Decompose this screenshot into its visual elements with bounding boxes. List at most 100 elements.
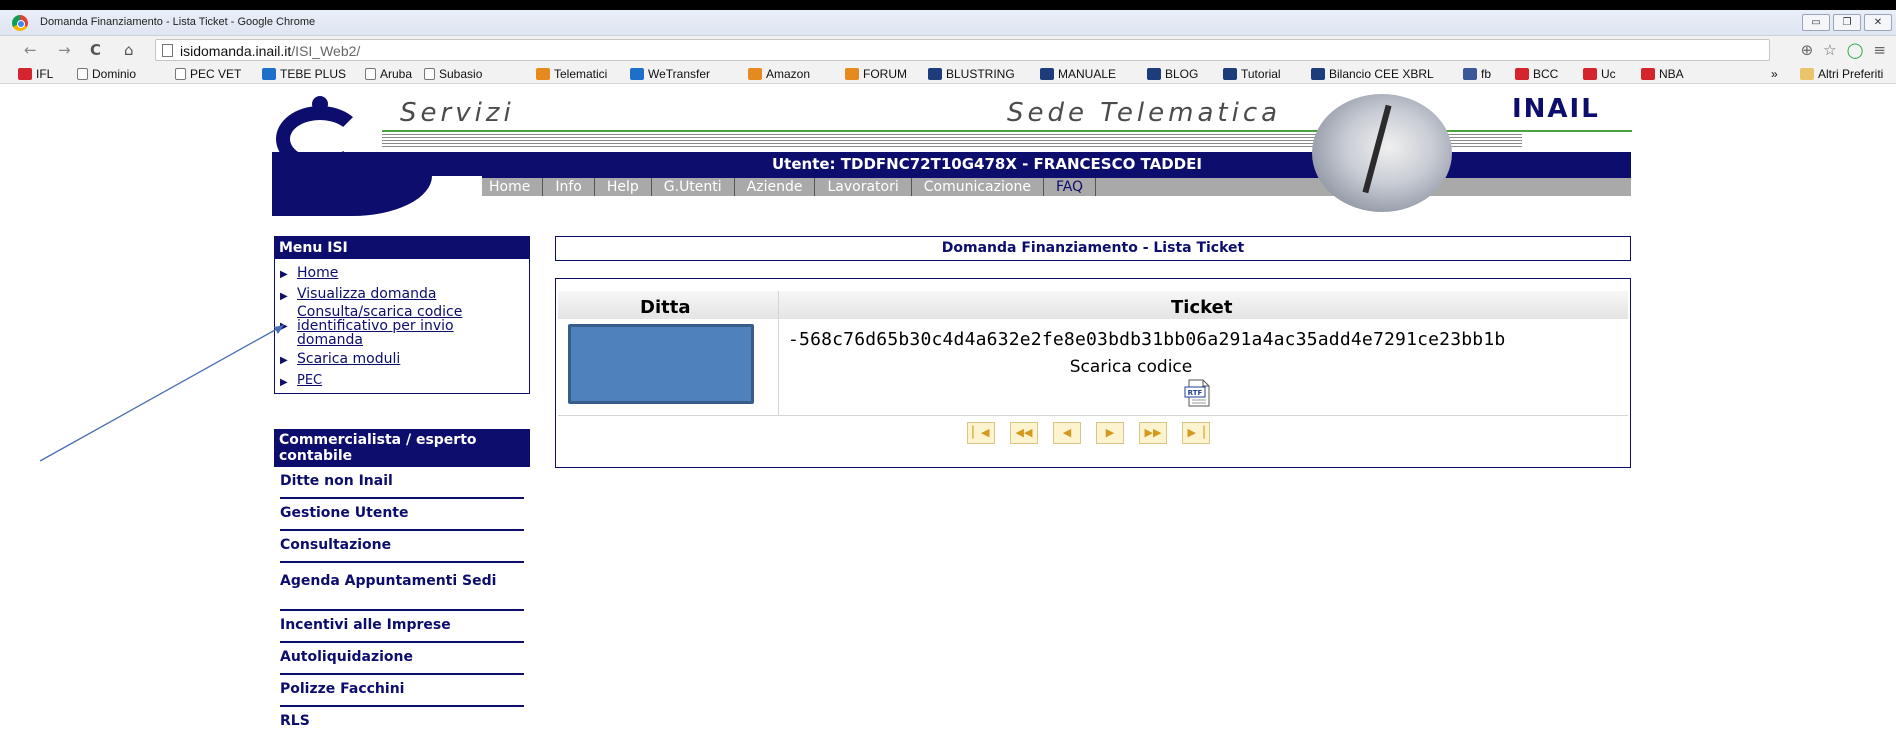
- bookmark-item[interactable]: FORUM: [845, 67, 907, 81]
- nav-faq[interactable]: FAQ: [1044, 178, 1097, 196]
- bullet-icon: ▶: [280, 291, 288, 302]
- bookmark-item[interactable]: Dominio: [77, 67, 136, 81]
- star-icon[interactable]: ☆: [1823, 41, 1836, 59]
- menu-pec-link[interactable]: PEC: [297, 373, 322, 388]
- bookmarks-more-button[interactable]: »: [1771, 67, 1778, 81]
- screen-top-edge: [0, 0, 1896, 10]
- nav-comunicazione[interactable]: Comunicazione: [912, 178, 1044, 196]
- column-header-ticket: Ticket: [1171, 297, 1233, 318]
- bookmark-item[interactable]: BLOG: [1147, 67, 1198, 81]
- professional-menu-title: Commercialista / esperto contabile: [274, 429, 530, 467]
- column-divider: [778, 291, 779, 415]
- bookmark-icon: [1515, 68, 1529, 80]
- bookmark-item[interactable]: Aruba: [365, 67, 412, 81]
- bookmark-item[interactable]: Subasio: [424, 67, 482, 81]
- bookmark-label: MANUALE: [1058, 67, 1117, 81]
- bookmark-icon: [928, 68, 942, 80]
- bookmark-label: Subasio: [439, 67, 483, 81]
- menu-consulta-link-line3[interactable]: domanda: [297, 332, 363, 348]
- bookmark-label: BLUSTRING: [946, 67, 1015, 81]
- fast-forward-icon[interactable]: ▶▶: [1139, 422, 1167, 444]
- menu-isi-title: Menu ISI: [275, 237, 529, 259]
- window-title: Domanda Finanziamento - Lista Ticket - G…: [40, 16, 316, 28]
- first-page-icon[interactable]: ▏◀: [967, 422, 995, 444]
- nav-home[interactable]: Home: [477, 178, 544, 196]
- menu-consultazione[interactable]: Consultazione: [280, 531, 524, 563]
- menu-agenda-appuntamenti[interactable]: Agenda Appuntamenti Sedi: [280, 563, 524, 611]
- menu-ditte-non-inail[interactable]: Ditte non Inail: [280, 467, 524, 499]
- pagination: ▏◀ ◀◀ ◀ ▶ ▶▶ ▶▕: [967, 422, 1210, 444]
- bullet-icon: ▶: [280, 355, 288, 366]
- bookmark-label: Amazon: [766, 67, 811, 81]
- menu-scarica-moduli-link[interactable]: Scarica moduli: [297, 351, 400, 367]
- bookmark-item[interactable]: MANUALE: [1040, 67, 1116, 81]
- reload-icon[interactable]: C: [90, 41, 101, 59]
- redacted-ditta-box: [568, 324, 754, 404]
- folder-icon: [1800, 68, 1814, 80]
- back-icon[interactable]: ←: [24, 41, 37, 59]
- bookmark-item[interactable]: WeTransfer: [630, 67, 710, 81]
- bookmark-item[interactable]: BCC: [1515, 67, 1558, 81]
- bookmark-item[interactable]: NBA: [1641, 67, 1684, 81]
- address-actions: ⊕ ☆ ◯ ≡: [1801, 41, 1886, 59]
- menu-autoliquidazione[interactable]: Autoliquidazione: [280, 643, 524, 675]
- close-button[interactable]: ✕: [1864, 14, 1892, 31]
- bookmark-item[interactable]: BLUSTRING: [928, 67, 1015, 81]
- zoom-icon[interactable]: ⊕: [1801, 41, 1814, 59]
- bookmark-item[interactable]: fb: [1463, 67, 1491, 81]
- bookmark-item[interactable]: TEBE PLUS: [262, 67, 346, 81]
- other-bookmarks-folder[interactable]: Altri Preferiti: [1800, 67, 1883, 81]
- prev-page-icon[interactable]: ◀: [1053, 422, 1081, 444]
- bookmark-label: BLOG: [1165, 67, 1199, 81]
- nav-help[interactable]: Help: [595, 178, 652, 196]
- nav-info[interactable]: Info: [543, 178, 595, 196]
- bookmark-item[interactable]: Tutorial: [1223, 67, 1281, 81]
- menu-icon[interactable]: ≡: [1873, 41, 1886, 59]
- row-divider: [558, 415, 1628, 416]
- bookmark-item[interactable]: Bilancio CEE XBRL: [1311, 67, 1434, 81]
- fast-back-icon[interactable]: ◀◀: [1010, 422, 1038, 444]
- bookmark-label: PEC VET: [190, 67, 242, 81]
- nav-gutenti[interactable]: G.Utenti: [652, 178, 735, 196]
- bullet-icon: ▶: [280, 321, 288, 332]
- bullet-icon: ▶: [280, 377, 288, 388]
- bookmark-item[interactable]: IFL: [18, 67, 53, 81]
- rtf-download-icon[interactable]: RTF: [1183, 379, 1213, 407]
- menu-home-link[interactable]: Home: [297, 265, 338, 281]
- url-input[interactable]: isidomanda.inail.it/ISI_Web2/: [155, 39, 1770, 61]
- menu-incentivi[interactable]: Incentivi alle Imprese: [280, 611, 524, 643]
- next-page-icon[interactable]: ▶: [1096, 422, 1124, 444]
- menu-visualizza-link[interactable]: Visualizza domanda: [297, 286, 436, 302]
- bookmark-item[interactable]: Uc: [1583, 67, 1616, 81]
- bookmark-icon: [1147, 68, 1161, 80]
- bookmark-item[interactable]: PEC VET: [175, 67, 241, 81]
- bookmark-icon: [77, 68, 88, 80]
- extension-icon[interactable]: ◯: [1847, 41, 1864, 59]
- menu-isi-panel: Menu ISI ▶ Home ▶ Visualizza domanda Con…: [274, 236, 530, 394]
- last-page-icon[interactable]: ▶▕: [1182, 422, 1210, 444]
- rtf-label: RTF: [1188, 389, 1203, 397]
- menu-gestione-utente[interactable]: Gestione Utente: [280, 499, 524, 531]
- ticket-code: -568c76d65b30c4d4a632e2fe8e03bdb31bb06a2…: [788, 329, 1506, 350]
- bullet-icon: ▶: [280, 269, 288, 280]
- nav-lavoratori[interactable]: Lavoratori: [815, 178, 912, 196]
- bookmark-icon: [18, 68, 32, 80]
- menu-polizze-facchini[interactable]: Polizze Facchini: [280, 675, 524, 707]
- current-user: Utente: TDDFNC72T10G478X - FRANCESCO TAD…: [772, 155, 1202, 173]
- minimize-button[interactable]: ▭: [1802, 14, 1830, 31]
- nav-aziende[interactable]: Aziende: [735, 178, 816, 196]
- bookmark-item[interactable]: Amazon: [748, 67, 810, 81]
- forward-icon[interactable]: →: [58, 41, 71, 59]
- bookmark-icon: [1583, 68, 1597, 80]
- bookmark-item[interactable]: Telematici: [536, 67, 607, 81]
- bookmark-label: Uc: [1601, 67, 1616, 81]
- bookmark-icon: [748, 68, 762, 80]
- window-titlebar: Domanda Finanziamento - Lista Ticket - G…: [0, 10, 1896, 36]
- restore-button[interactable]: ❐: [1833, 14, 1861, 31]
- menu-rls[interactable]: RLS: [280, 707, 524, 739]
- page-title: Domanda Finanziamento - Lista Ticket: [555, 236, 1631, 261]
- bookmark-label: WeTransfer: [648, 67, 711, 81]
- url-text: isidomanda.inail.it/ISI_Web2/: [180, 43, 361, 59]
- bookmark-label: Bilancio CEE XBRL: [1329, 67, 1434, 81]
- home-icon[interactable]: ⌂: [124, 41, 134, 59]
